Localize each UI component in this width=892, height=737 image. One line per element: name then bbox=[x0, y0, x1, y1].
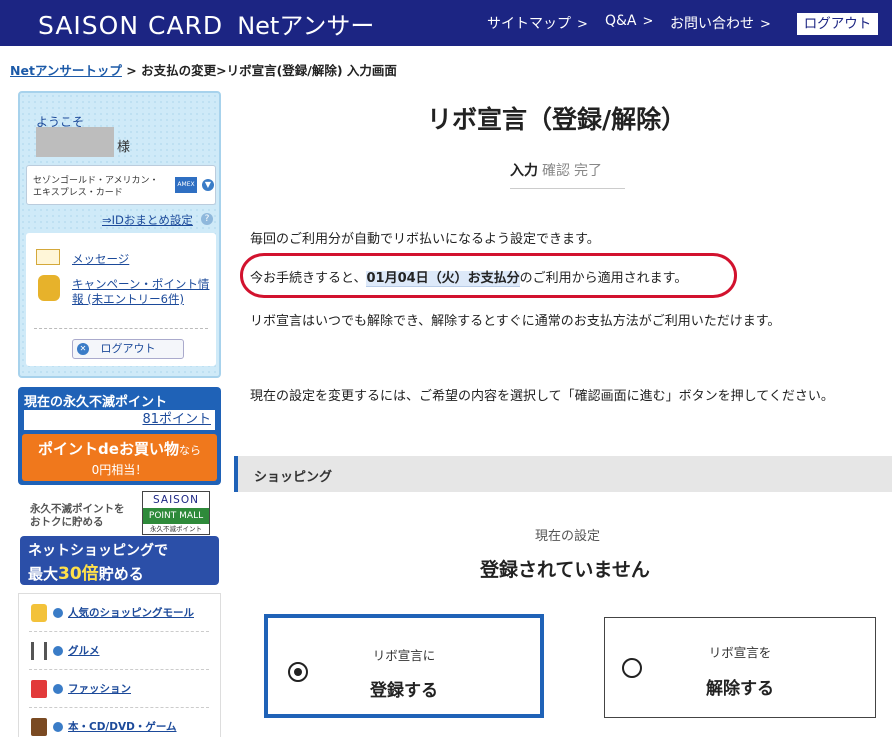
sidebar-logout-label: ログアウト bbox=[100, 342, 156, 355]
close-icon: ✕ bbox=[77, 343, 89, 355]
option-cancel-line2: 解除する bbox=[706, 679, 774, 699]
category-label: 人気のショッピングモール bbox=[68, 607, 194, 619]
points-title: 現在の永久不滅ポイント bbox=[24, 395, 168, 410]
logo-sub: Netアンサー bbox=[237, 12, 375, 40]
welcome-panel: ようこそ 様 セゾンゴールド・アメリカン・エキスプレス・カード AMEX ▼ ⇒… bbox=[18, 91, 221, 378]
breadcrumb-rest: > お支払の変更>リボ宣言(登録/解除) 入力画面 bbox=[121, 63, 397, 78]
description-line2: 今お手続きすると、01月04日（火）お支払分のご利用から適用されます。 bbox=[250, 267, 688, 287]
net-shopping-num: 30倍 bbox=[58, 564, 99, 584]
step-complete: 完了 bbox=[574, 163, 602, 179]
point-mall-section: 永久不滅ポイントを おトクに貯める SAISON POINT MALL 永久不滅… bbox=[18, 489, 221, 587]
book-icon bbox=[31, 718, 47, 736]
category-item[interactable]: グルメ bbox=[29, 632, 209, 670]
step-current: 入力 bbox=[510, 163, 538, 179]
envelope-icon bbox=[36, 249, 60, 265]
description-line4: 現在の設定を変更するには、ご希望の内容を選択して「確認画面に進む」ボタンを押して… bbox=[250, 389, 834, 404]
message-link[interactable]: メッセージ bbox=[72, 251, 129, 267]
nav-contact-label: お問い合わせ bbox=[670, 16, 754, 32]
header-logout-button[interactable]: ログアウト bbox=[797, 13, 878, 35]
mall-text-line2: おトクに貯める bbox=[30, 516, 104, 528]
category-item[interactable]: 本・CD/DVD・ゲーム bbox=[29, 708, 209, 737]
point-shopping-suffix: なら bbox=[178, 444, 201, 457]
points-panel: 現在の永久不滅ポイント 81ポイント ポイントdeお買い物なら 0円相当！ bbox=[18, 387, 221, 485]
user-menu: メッセージ キャンペーン・ポイント情報 (未エントリー6件) ✕ ログアウト bbox=[26, 233, 216, 366]
description-line2-pre: 今お手続きすると、 bbox=[250, 271, 367, 286]
net-shopping-banner[interactable]: ネットショッピングで 最大30倍貯める bbox=[20, 536, 219, 585]
bullet-icon bbox=[53, 722, 63, 732]
user-name-masked bbox=[36, 127, 114, 157]
chevron-right-icon: > bbox=[577, 17, 588, 32]
page-title: リボ宣言（登録/解除） bbox=[427, 105, 687, 134]
category-item[interactable]: ファッション bbox=[29, 670, 209, 708]
mall-logo-saison: SAISON bbox=[153, 494, 199, 506]
radio-dot bbox=[294, 668, 302, 676]
breadcrumb-home-link[interactable]: Netアンサートップ bbox=[10, 63, 122, 78]
campaign-link[interactable]: キャンペーン・ポイント情報 (未エントリー6件) bbox=[72, 277, 212, 307]
section-header-shopping: ショッピング bbox=[234, 456, 892, 492]
category-label: グルメ bbox=[68, 645, 100, 657]
coin-icon bbox=[38, 275, 60, 301]
nav-sitemap[interactable]: サイトマップ > bbox=[487, 13, 588, 33]
option-register-line2: 登録する bbox=[370, 681, 438, 701]
chevron-down-icon: ▼ bbox=[202, 179, 214, 191]
description-line1: 毎回のご利用分が自動でリボ払いになるよう設定できます。 bbox=[250, 232, 600, 247]
help-icon[interactable]: ? bbox=[201, 213, 213, 225]
points-value-text: 81ポイント bbox=[142, 412, 211, 427]
option-register-line1: リボ宣言に bbox=[372, 648, 436, 663]
net-shopping-post: 貯める bbox=[98, 565, 144, 583]
nav-sitemap-label: サイトマップ bbox=[487, 16, 571, 32]
mall-text-line1: 永久不滅ポイントを bbox=[30, 503, 125, 515]
points-value[interactable]: 81ポイント bbox=[24, 410, 215, 430]
fork-knife-icon bbox=[31, 642, 47, 660]
honorific: 様 bbox=[117, 140, 131, 155]
mall-text: 永久不滅ポイントを おトクに貯める bbox=[30, 503, 125, 529]
section-title: ショッピング bbox=[254, 470, 333, 485]
bullet-icon bbox=[53, 608, 63, 618]
point-mall-logo[interactable]: SAISON POINT MALL 永久不滅ポイント bbox=[142, 491, 210, 535]
shopping-bag-icon bbox=[31, 604, 47, 622]
bullet-icon bbox=[53, 646, 63, 656]
nav-qa[interactable]: Q&A > bbox=[605, 13, 653, 29]
net-shopping-line1: ネットショッピングで bbox=[28, 543, 168, 559]
logo[interactable]: SAISON CARD Netアンサー bbox=[38, 6, 374, 41]
nav-qa-label: Q&A bbox=[605, 13, 637, 29]
divider bbox=[34, 328, 208, 329]
card-name: セゾンゴールド・アメリカン・エキスプレス・カード bbox=[33, 176, 159, 198]
shirt-icon bbox=[31, 680, 47, 698]
bullet-icon bbox=[53, 684, 63, 694]
mall-logo-pointmall: POINT MALL bbox=[143, 508, 209, 524]
current-setting-label: 現在の設定 bbox=[535, 529, 601, 544]
logo-text: SAISON CARD bbox=[38, 11, 224, 40]
category-item[interactable]: 人気のショッピングモール bbox=[29, 594, 209, 632]
sidebar-logout-button[interactable]: ✕ ログアウト bbox=[72, 339, 184, 359]
chevron-right-icon: > bbox=[760, 17, 771, 32]
net-shopping-pre: 最大 bbox=[28, 565, 59, 583]
option-register[interactable]: リボ宣言に 登録する bbox=[264, 614, 544, 718]
step-confirm: 確認 bbox=[542, 163, 570, 179]
nav-contact[interactable]: お問い合わせ > bbox=[670, 13, 771, 33]
category-list: 人気のショッピングモール グルメ ファッション 本・CD/DVD・ゲーム bbox=[18, 593, 221, 737]
option-cancel-line1: リボ宣言を bbox=[708, 645, 772, 660]
step-indicator: 入力 確認 完了 bbox=[510, 160, 625, 189]
id-settings-link[interactable]: ⇒IDおまとめ設定 bbox=[102, 212, 193, 228]
amex-logo-icon: AMEX bbox=[175, 177, 197, 193]
payment-date: 01月04日（火）お支払分 bbox=[366, 271, 520, 287]
breadcrumb: Netアンサートップ > お支払の変更>リボ宣言(登録/解除) 入力画面 bbox=[10, 60, 397, 79]
mall-logo-footer: 永久不滅ポイント bbox=[143, 524, 209, 534]
card-selector[interactable]: セゾンゴールド・アメリカン・エキスプレス・カード AMEX ▼ bbox=[26, 165, 216, 205]
point-shopping-line2: 0円相当！ bbox=[91, 463, 148, 477]
category-label: 本・CD/DVD・ゲーム bbox=[68, 721, 177, 733]
current-setting-value: 登録されていません bbox=[480, 559, 650, 581]
description-line3: リボ宣言はいつでも解除でき、解除するとすぐに通常のお支払方法がご利用いただけます… bbox=[250, 314, 781, 329]
description-line2-post: のご利用から適用されます。 bbox=[519, 271, 688, 286]
point-shopping-line1: ポイントdeお買い物 bbox=[38, 440, 179, 458]
chevron-right-icon: > bbox=[642, 14, 654, 29]
top-header: SAISON CARD Netアンサー サイトマップ > Q&A > お問い合わせ > … bbox=[0, 0, 892, 46]
category-label: ファッション bbox=[68, 683, 131, 695]
option-cancel[interactable]: リボ宣言を 解除する bbox=[604, 617, 876, 718]
point-shopping-banner[interactable]: ポイントdeお買い物なら 0円相当！ bbox=[22, 434, 217, 481]
